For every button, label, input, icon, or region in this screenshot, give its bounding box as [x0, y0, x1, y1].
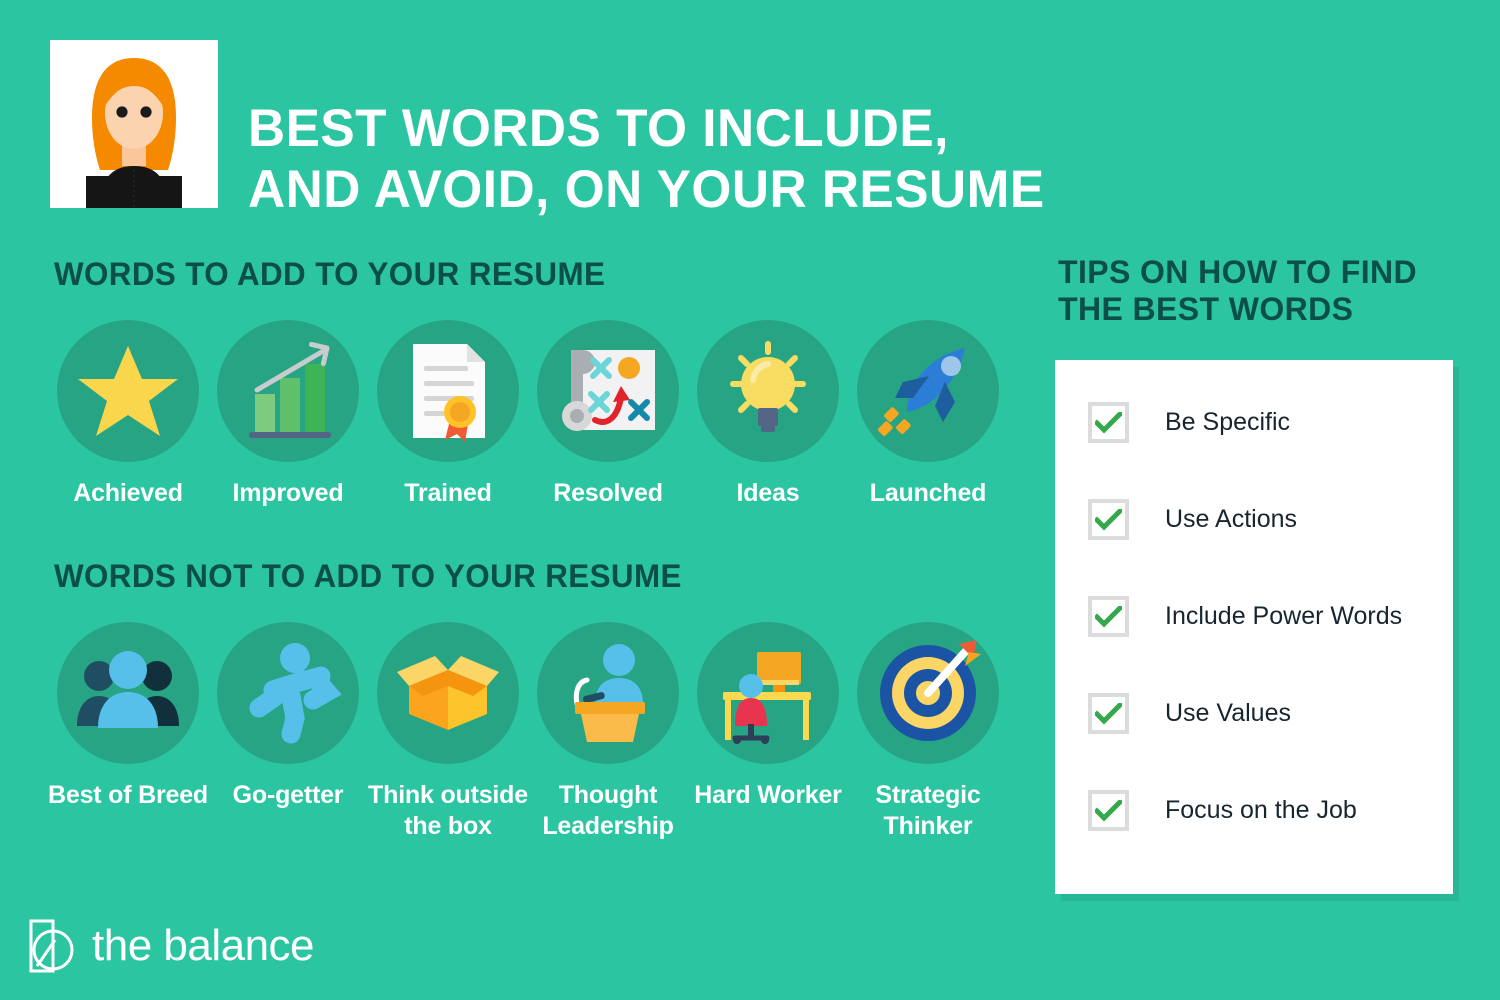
tip-label: Be Specific [1165, 408, 1291, 436]
check-icon [1095, 799, 1122, 822]
words-to-avoid-list: Best of Breed Go-getter Think outside th… [48, 622, 1008, 842]
icon-circle [377, 320, 519, 462]
star-icon [78, 346, 178, 436]
word-label: Strategic Thinker [875, 781, 981, 840]
page-title: BEST WORDS TO INCLUDE, AND AVOID, ON YOU… [248, 98, 1428, 220]
word-label: Trained [404, 479, 492, 507]
word-label: Resolved [553, 479, 663, 507]
tip-item-include-power-words[interactable]: Include Power Words [1088, 596, 1402, 637]
check-icon [1095, 702, 1122, 725]
checkbox[interactable] [1088, 693, 1129, 734]
tips-card: Be Specific Use Actions Include Power Wo… [1055, 360, 1453, 894]
word-item-ideas[interactable]: Ideas [688, 320, 848, 509]
word-item-strategic-thinker[interactable]: Strategic Thinker [848, 622, 1008, 842]
running-person-icon [249, 643, 342, 744]
open-box-icon [397, 656, 499, 730]
word-label: Launched [869, 479, 987, 507]
icon-circle [857, 622, 999, 764]
word-item-go-getter[interactable]: Go-getter [208, 622, 368, 842]
checkbox[interactable] [1088, 499, 1129, 540]
tip-label: Include Power Words [1165, 602, 1403, 630]
icon-circle [537, 320, 679, 462]
word-label: Think outside the box [368, 781, 528, 840]
tip-item-focus-on-the-job[interactable]: Focus on the Job [1088, 790, 1357, 831]
icon-circle [57, 622, 199, 764]
word-item-hard-worker[interactable]: Hard Worker [688, 622, 848, 842]
title-line-1: BEST WORDS TO INCLUDE, [248, 99, 949, 158]
title-line-2: AND AVOID, ON YOUR RESUME [248, 160, 1045, 219]
word-item-best-of-breed[interactable]: Best of Breed [48, 622, 208, 842]
words-to-add-list: Achieved Improved Trained Resolved Ideas… [48, 320, 1008, 509]
tip-label: Focus on the Job [1165, 796, 1357, 824]
icon-circle [537, 622, 679, 764]
checkbox[interactable] [1088, 596, 1129, 637]
rocket-icon [878, 348, 965, 436]
word-item-think-outside-the-box[interactable]: Think outside the box [368, 622, 528, 842]
icon-circle [697, 622, 839, 764]
checkbox[interactable] [1088, 790, 1129, 831]
icon-circle [57, 320, 199, 462]
strategy-playbook-icon [562, 350, 655, 431]
avatar [50, 40, 218, 208]
people-group-icon [77, 651, 179, 728]
certificate-icon [413, 344, 485, 442]
heading-words-to-add: WORDS TO ADD TO YOUR RESUME [54, 256, 606, 292]
word-label: Improved [232, 479, 344, 507]
header: BEST WORDS TO INCLUDE, AND AVOID, ON YOU… [50, 40, 1450, 219]
tip-item-be-specific[interactable]: Be Specific [1088, 402, 1290, 443]
check-icon [1095, 605, 1122, 628]
heading-words-to-avoid: WORDS NOT TO ADD TO YOUR RESUME [54, 558, 682, 594]
word-label: Hard Worker [694, 781, 842, 809]
target-dart-icon [880, 640, 981, 741]
word-item-improved[interactable]: Improved [208, 320, 368, 509]
word-label: Go-getter [232, 781, 344, 809]
check-icon [1095, 411, 1122, 434]
check-icon [1095, 508, 1122, 531]
tip-label: Use Actions [1165, 505, 1298, 533]
word-item-trained[interactable]: Trained [368, 320, 528, 509]
word-item-launched[interactable]: Launched [848, 320, 1008, 509]
the-balance-logo-icon [29, 919, 74, 973]
word-label: Best of Breed [48, 781, 208, 809]
word-item-resolved[interactable]: Resolved [528, 320, 688, 509]
icon-circle [857, 320, 999, 462]
brand-name: the balance [92, 921, 315, 970]
icon-circle [217, 320, 359, 462]
word-label: Achieved [73, 479, 183, 507]
icon-circle [217, 622, 359, 764]
heading-tips: TIPS ON HOW TO FIND THE BEST WORDS [1058, 254, 1418, 327]
tip-label: Use Values [1165, 699, 1291, 727]
word-label: Ideas [736, 479, 800, 507]
woman-avatar-icon [50, 40, 218, 208]
word-item-achieved[interactable]: Achieved [48, 320, 208, 509]
footer-logo[interactable]: the balance [28, 918, 315, 974]
tip-item-use-actions[interactable]: Use Actions [1088, 499, 1297, 540]
podium-speaker-icon [573, 644, 645, 742]
word-item-thought-leadership[interactable]: Thought Leadership [528, 622, 688, 842]
bar-chart-growth-icon [249, 341, 331, 438]
icon-circle [377, 622, 519, 764]
checkbox[interactable] [1088, 402, 1129, 443]
tip-item-use-values[interactable]: Use Values [1088, 693, 1291, 734]
lightbulb-icon [730, 341, 806, 432]
word-label: Thought Leadership [542, 781, 674, 840]
icon-circle [697, 320, 839, 462]
desk-worker-icon [723, 652, 811, 744]
